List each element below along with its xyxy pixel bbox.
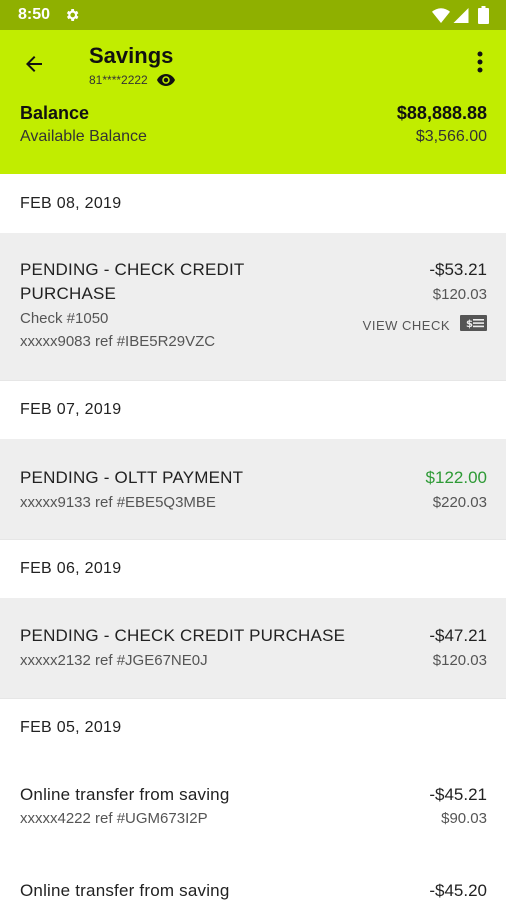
transaction-row[interactable]: PENDING - CHECK CREDIT PURCHASE Check #1… [0, 233, 506, 380]
svg-text:$: $ [466, 319, 473, 330]
account-header: Savings 81****2222 Balance $88,888.88 Av… [0, 30, 506, 174]
status-time: 8:50 [18, 6, 51, 23]
running-balance: $120.03 [432, 286, 487, 303]
transaction-row[interactable]: PENDING - OLTT PAYMENT xxxxx9133 ref #EB… [0, 439, 506, 539]
running-balance: $90.03 [441, 810, 487, 827]
transaction-list: FEB 08, 2019 PENDING - CHECK CREDIT PURC… [0, 174, 506, 900]
balance-label: Balance [20, 103, 90, 123]
transaction-description: PENDING - OLTT PAYMENT [20, 468, 244, 487]
transaction-row[interactable]: PENDING - CHECK CREDIT PURCHASE xxxxx213… [0, 598, 506, 698]
available-balance-value: $3,566.00 [415, 128, 487, 145]
transaction-amount: -$45.21 [429, 785, 487, 804]
date-header: FEB 05, 2019 [0, 698, 506, 757]
running-balance: $120.03 [432, 652, 487, 669]
transaction-ref: xxxxx9083 ref #IBE5R29VZC [20, 333, 216, 350]
transaction-description: PENDING - CHECK CREDIT PURCHASE [20, 626, 346, 645]
view-check-button[interactable]: VIEW CHECK $ [363, 315, 487, 336]
transaction-description: PENDING - CHECK CREDIT [20, 260, 245, 279]
wifi-icon [432, 8, 450, 28]
transaction-description: Online transfer from saving [20, 881, 230, 900]
transaction-amount: -$45.20 [429, 881, 487, 900]
transaction-amount: -$53.21 [429, 260, 487, 279]
view-check-label: VIEW CHECK [362, 318, 450, 333]
back-arrow-icon [22, 52, 46, 81]
account-number-row: 81****2222 [89, 73, 175, 87]
running-balance: $220.03 [432, 494, 487, 511]
battery-icon [478, 6, 489, 29]
transaction-ref: xxxxx2132 ref #JGE67NE0J [20, 652, 208, 669]
transaction-description-cont: PURCHASE [20, 284, 117, 303]
signal-icon [453, 8, 469, 28]
eye-icon[interactable] [156, 73, 175, 87]
back-button[interactable] [14, 50, 54, 82]
check-icon: $ [460, 315, 487, 336]
status-bar: 8:50 [0, 0, 506, 30]
transaction-description: Online transfer from saving [20, 785, 230, 804]
balance-value: $88,888.88 [396, 103, 487, 123]
date-header: FEB 08, 2019 [0, 174, 506, 233]
date-header: FEB 07, 2019 [0, 380, 506, 439]
transaction-amount: -$47.21 [429, 626, 487, 645]
account-number: 81****2222 [89, 73, 148, 87]
settings-gear-icon [64, 7, 80, 28]
transaction-row[interactable]: Online transfer from saving -$45.20 [0, 851, 506, 900]
available-balance-label: Available Balance [20, 128, 147, 145]
transaction-amount: $122.00 [425, 468, 487, 487]
check-number: Check #1050 [20, 310, 109, 327]
more-vert-icon [477, 51, 483, 78]
more-options-button[interactable] [466, 48, 494, 80]
account-title: Savings [89, 43, 174, 68]
transaction-row[interactable]: Online transfer from saving xxxxx4222 re… [0, 757, 506, 851]
transaction-ref: xxxxx9133 ref #EBE5Q3MBE [20, 494, 216, 511]
transaction-ref: xxxxx4222 ref #UGM673I2P [20, 810, 208, 827]
date-header: FEB 06, 2019 [0, 539, 506, 598]
